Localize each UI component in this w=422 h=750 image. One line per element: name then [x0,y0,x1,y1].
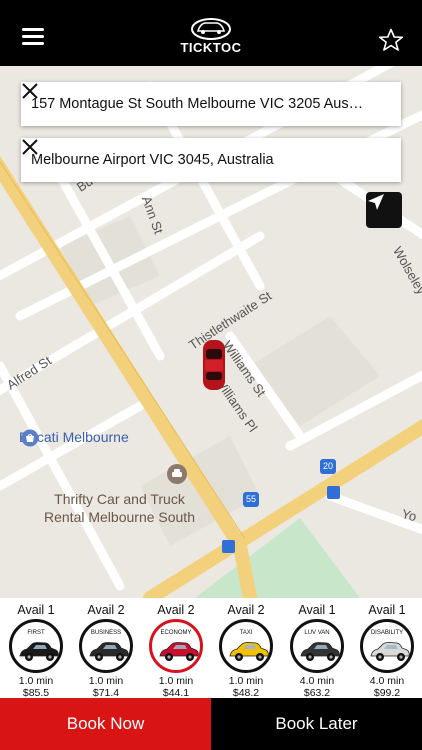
vehicle-availability: Avail 1 [298,603,336,617]
vehicle-option-circle[interactable]: FIRST [9,619,63,673]
shop-icon [21,429,39,447]
vehicle-availability: Avail 2 [157,603,195,617]
book-later-button[interactable]: Book Later [211,698,422,750]
navigation-arrow-icon [368,194,384,210]
car-icon [300,642,340,661]
bus-stop-icon [222,540,235,553]
car-icon [229,642,269,661]
vehicle-category: LUV VAN [304,630,330,636]
close-icon [22,83,38,99]
bus-stop-icon [327,486,340,499]
top-bar: TICKTOC [0,0,422,66]
dropoff-address-field[interactable]: Melbourne Airport VIC 3045, Australia [21,138,401,182]
map-view[interactable]: Buckhurst St Ann St Thistlethwaite St Al… [0,66,422,598]
vehicle-eta: 4.0 min [299,675,335,687]
close-icon [22,139,38,155]
poi-thrifty-line2: Rental Melbourne South [44,509,195,525]
vehicle-marker-icon [203,340,225,390]
vehicle-availability: Avail 1 [368,603,406,617]
logo-text: TICKTOC [180,40,242,55]
star-outline-icon[interactable] [378,28,404,52]
vehicle-category: BUSINESS [90,630,122,636]
vehicle-option-circle[interactable]: LUV VAN [290,619,344,673]
vehicle-category: TAXI [239,630,253,636]
car-icon [159,642,199,661]
vehicle-eta: 1.0 min [158,675,194,687]
my-location-button[interactable] [366,192,402,228]
vehicle-availability: Avail 2 [87,603,125,617]
dropoff-clear-button[interactable] [22,138,401,182]
vehicle-option-luv-van[interactable]: Avail 1 LUV VAN 4.0 min $63.2 [282,598,352,699]
pickup-clear-button[interactable] [22,82,401,126]
route-badge-55: 55 [243,492,259,507]
vehicle-option-taxi[interactable]: Avail 2 TAXI 1.0 min $48.2 [211,598,281,699]
car-icon [19,642,59,661]
vehicle-selector: Avail 1 FIRST 1.0 min $85.5 Avail 2 BUSINESS 1… [0,598,422,699]
vehicle-option-business[interactable]: Avail 2 BUSINESS 1.0 min $71.4 [71,598,141,699]
poi-thrifty[interactable]: Thrifty Car and Truck Rental Melbourne S… [44,490,195,526]
vehicle-option-circle[interactable]: DISABILITY [360,619,414,673]
vehicle-option-circle[interactable]: ECONOMY [149,619,203,673]
vehicle-eta: 1.0 min [228,675,264,687]
pickup-address-field[interactable]: 157 Montague St South Melbourne VIC 3205… [21,82,401,126]
car-icon [370,642,410,661]
hamburger-menu-icon[interactable] [22,28,44,46]
car-icon [89,642,129,661]
vehicle-category: DISABILITY [370,630,404,636]
poi-ducati[interactable]: Ducati Melbourne [19,429,129,447]
vehicle-option-circle[interactable]: BUSINESS [79,619,133,673]
route-badge-20: 20 [320,459,336,474]
vehicle-category: ECONOMY [160,630,192,636]
dropoff-address-input[interactable]: Melbourne Airport VIC 3045, Australia [21,152,365,168]
car-logo-icon [191,18,231,40]
vehicle-availability: Avail 1 [17,603,55,617]
vehicle-option-first[interactable]: Avail 1 FIRST 1.0 min $85.5 [1,598,71,699]
vehicle-eta: 1.0 min [18,675,54,687]
vehicle-eta: 4.0 min [369,675,405,687]
app-logo: TICKTOC [176,16,246,60]
poi-thrifty-line1: Thrifty Car and Truck [54,491,185,507]
vehicle-eta: 1.0 min [88,675,124,687]
pickup-address-input[interactable]: 157 Montague St South Melbourne VIC 3205… [21,96,365,112]
vehicle-category: FIRST [27,630,45,636]
vehicle-option-economy[interactable]: Avail 2 ECONOMY 1.0 min $44.1 [141,598,211,699]
vehicle-option-disability[interactable]: Avail 1 DISABILITY 4.0 min $99.2 [352,598,422,699]
car-rental-icon [167,464,187,484]
vehicle-option-circle[interactable]: TAXI [219,619,273,673]
vehicle-availability: Avail 2 [227,603,265,617]
book-now-button[interactable]: Book Now [0,698,211,750]
